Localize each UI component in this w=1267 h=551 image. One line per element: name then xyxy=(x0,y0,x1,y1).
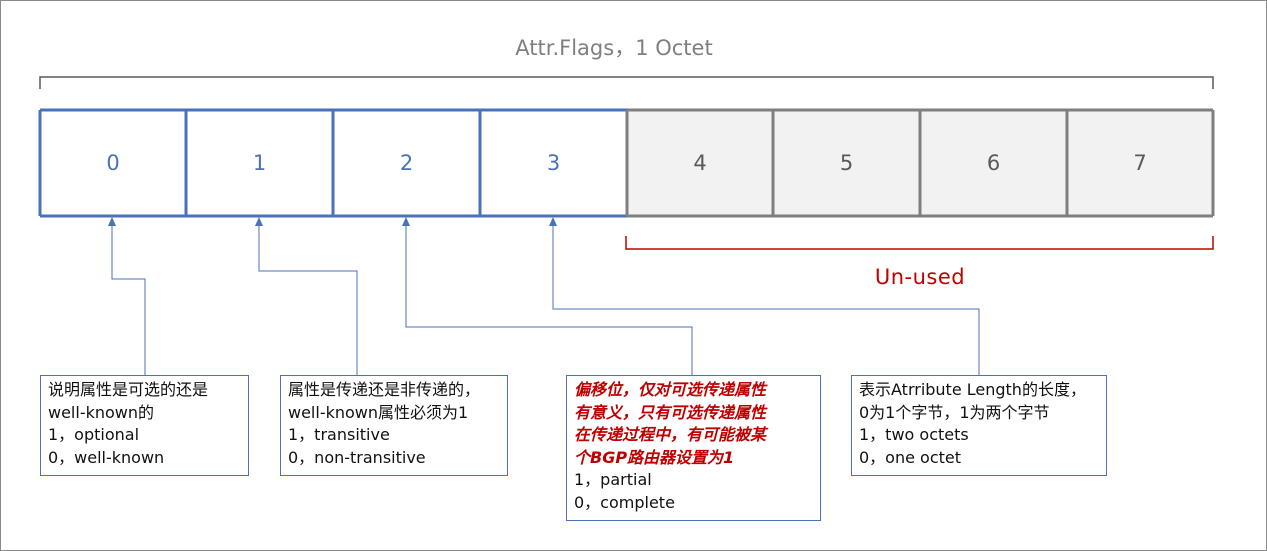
note-line: 说明属性是可选的还是 xyxy=(48,380,209,399)
note-line: 0，complete xyxy=(574,492,675,512)
note-line-highlight: 有意义，只有可选传递属性 xyxy=(574,402,767,422)
bit-cell-7: 7 xyxy=(1133,151,1147,175)
note-line: well-known的 xyxy=(48,402,155,422)
note-line: 1，transitive xyxy=(288,425,390,444)
arrowhead-bit-1 xyxy=(255,217,263,226)
unused-label: Un-used xyxy=(874,265,966,289)
bit-cell-2: 2 xyxy=(399,151,414,175)
connector-bit-2 xyxy=(405,222,693,375)
bit-cell-6: 6 xyxy=(986,151,1001,175)
note-line: 1，two octets xyxy=(859,425,969,444)
note-line: 0为1个字节，1为两个字节 xyxy=(859,402,1050,422)
unused-bracket xyxy=(625,236,1214,250)
connector-bit-1 xyxy=(258,222,358,375)
diagram-title: Attr.Flags，1 Octet xyxy=(515,36,713,60)
note-line-highlight: 在传递过程中，有可能被某 xyxy=(574,425,767,444)
connector-bit-3 xyxy=(552,222,980,375)
arrowhead-bit-2 xyxy=(402,217,410,226)
note-transitive-flag: 属性是传递还是非传递的， well-known属性必须为1 1，transiti… xyxy=(280,375,508,476)
note-line-highlight: 偏移位，仅对可选传递属性 xyxy=(574,380,767,399)
bit-cell-1: 1 xyxy=(252,151,267,175)
note-line: 1，optional xyxy=(48,425,140,444)
connector-bit-0 xyxy=(111,222,146,375)
note-line: 表示Atrribute Length的长度， xyxy=(859,380,1086,399)
note-line: 0，non-transitive xyxy=(288,447,426,467)
note-line: 属性是传递还是非传递的， xyxy=(288,380,481,399)
arrowhead-bit-0 xyxy=(108,217,116,226)
bit-cell-3: 3 xyxy=(546,151,561,175)
note-extended-length-flag: 表示Atrribute Length的长度， 0为1个字节，1为两个字节 1，t… xyxy=(851,375,1107,476)
note-line: well-known属性必须为1 xyxy=(288,402,469,422)
note-line: 1，partial xyxy=(574,470,652,489)
note-line: 0，one octet xyxy=(859,447,962,467)
bit-cell-5: 5 xyxy=(839,151,854,175)
note-optional-flag: 说明属性是可选的还是 well-known的 1，optional 0，well… xyxy=(40,375,249,476)
bit-cell-4: 4 xyxy=(693,151,707,175)
note-partial-flag: 偏移位，仅对可选传递属性 有意义，只有可选传递属性 在传递过程中，有可能被某 个… xyxy=(566,375,821,521)
octet-brace xyxy=(39,76,1214,89)
note-line: 0，well-known xyxy=(48,447,165,467)
arrowhead-bit-3 xyxy=(549,217,557,226)
bit-cell-0: 0 xyxy=(106,151,120,175)
note-line-highlight: 个BGP路由器设置为1 xyxy=(574,447,735,467)
